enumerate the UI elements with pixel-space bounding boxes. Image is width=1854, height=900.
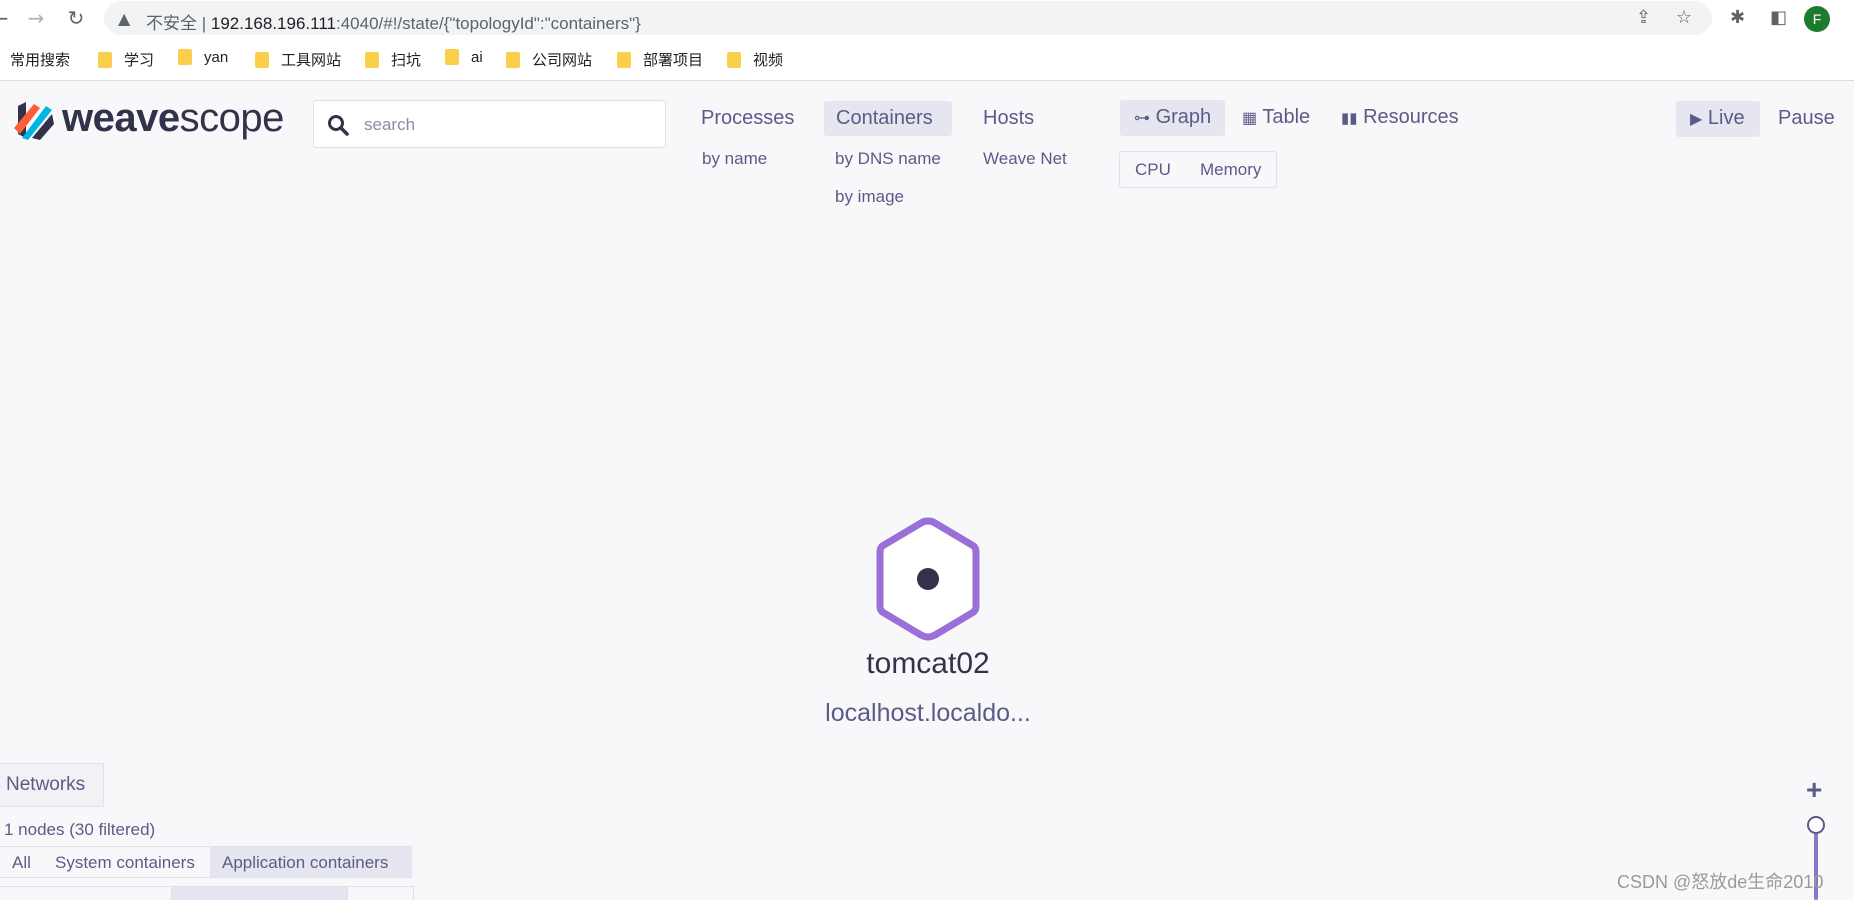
weavescope-logo[interactable]: weavescope <box>12 96 292 144</box>
browser-toolbar: ← → ↻ ▲ 不安全 | 192.168.196.111:4040/#!/st… <box>0 0 1854 37</box>
search-box[interactable] <box>313 100 666 148</box>
folder-icon <box>727 52 741 68</box>
bookmark-item[interactable]: 公司网站 <box>506 49 592 69</box>
folder-icon <box>617 52 631 68</box>
subtopology-processes-by-name[interactable]: by name <box>702 149 767 169</box>
folder-icon <box>445 49 459 65</box>
pause-button[interactable]: Pause <box>1778 107 1835 130</box>
node-count-status: 1 nodes (30 filtered) <box>4 820 156 839</box>
filter-application-containers[interactable]: Application containers <box>210 847 412 877</box>
view-table-button[interactable]: ▦ Table <box>1228 100 1324 136</box>
folder-icon <box>365 52 379 68</box>
back-icon[interactable]: ← <box>0 6 12 30</box>
folder-icon <box>98 52 112 68</box>
bookmark-item[interactable]: 扫坑 <box>365 49 421 69</box>
weave-scope-app: weavescope Processes by name Containers … <box>0 82 1854 900</box>
bookmark-item[interactable]: 部署项目 <box>617 49 703 69</box>
bookmarks-bar: 常用搜索 学习 yan 工具网站 扫坑 ai 公司网站 部署项目 视频 <box>0 37 1854 81</box>
sitemap-icon: ⊶ <box>1134 110 1150 127</box>
metric-cpu[interactable]: CPU <box>1135 160 1171 180</box>
secondary-filter-option[interactable] <box>348 887 413 900</box>
subtopology-hosts-weave-net[interactable]: Weave Net <box>983 149 1067 169</box>
address-bar[interactable]: ▲ 不安全 | 192.168.196.111:4040/#!/state/{"… <box>104 1 1712 35</box>
bookmark-item[interactable]: yan <box>178 49 228 69</box>
zoom-slider-handle[interactable] <box>1807 816 1825 834</box>
secondary-filter-group <box>0 886 414 900</box>
side-panel-icon[interactable]: ◧ <box>1770 7 1787 28</box>
table-icon: ▦ <box>1242 110 1258 127</box>
filter-all[interactable]: All <box>0 847 43 877</box>
bar-chart-icon: ▮▮ <box>1341 110 1358 127</box>
bookmark-item[interactable]: 工具网站 <box>255 49 341 69</box>
weave-logo-icon <box>14 102 54 140</box>
bookmark-item[interactable]: 视频 <box>727 49 783 69</box>
url-text[interactable]: 不安全 | 192.168.196.111:4040/#!/state/{"to… <box>146 9 641 34</box>
forward-icon[interactable]: → <box>24 6 48 30</box>
live-button[interactable]: ▶ Live <box>1676 101 1760 137</box>
secondary-filter-option[interactable] <box>172 887 348 900</box>
search-icon <box>328 115 349 136</box>
networks-panel[interactable]: Networks <box>0 763 104 807</box>
bookmark-item[interactable]: ai <box>445 49 483 69</box>
star-icon[interactable]: ☆ <box>1676 7 1692 28</box>
node-center-dot <box>917 568 939 590</box>
warning-icon: ▲ <box>118 9 131 28</box>
view-graph-button[interactable]: ⊶ Graph <box>1120 100 1226 136</box>
share-icon[interactable]: ⇪ <box>1636 7 1651 28</box>
topology-processes[interactable]: Processes <box>689 101 806 136</box>
reload-icon[interactable]: ↻ <box>64 6 88 30</box>
folder-icon <box>178 49 192 65</box>
bookmark-item[interactable]: 常用搜索 <box>0 49 70 69</box>
folder-icon <box>255 52 269 68</box>
container-filter-group: All System containers Application contai… <box>0 846 412 878</box>
metric-memory[interactable]: Memory <box>1200 160 1261 180</box>
extensions-icon[interactable]: ✱ <box>1730 7 1745 28</box>
csdn-watermark: CSDN @怒放de生命2010 <box>1617 872 1824 892</box>
search-input[interactable] <box>364 113 654 137</box>
topology-hosts[interactable]: Hosts <box>971 101 1046 136</box>
view-resources-button[interactable]: ▮▮ Resources <box>1327 100 1473 136</box>
folder-icon <box>506 52 520 68</box>
topology-containers[interactable]: Containers <box>824 101 952 136</box>
metric-selector: CPU Memory <box>1119 151 1277 188</box>
zoom-in-button[interactable]: + <box>1806 774 1822 806</box>
subtopology-containers-by-dns-name[interactable]: by DNS name <box>835 149 941 169</box>
node-label[interactable]: tomcat02 <box>800 647 1056 681</box>
container-node-hexagon[interactable] <box>868 515 988 643</box>
node-sublabel[interactable]: localhost.localdo... <box>790 699 1066 728</box>
subtopology-containers-by-image[interactable]: by image <box>835 187 904 207</box>
bookmark-item[interactable]: 学习 <box>98 49 154 69</box>
play-icon: ▶ <box>1690 111 1703 128</box>
filter-system-containers[interactable]: System containers <box>43 847 207 877</box>
profile-avatar[interactable]: F <box>1804 6 1830 32</box>
secondary-filter-option[interactable] <box>0 887 172 900</box>
logo-text: weavescope <box>62 96 284 140</box>
